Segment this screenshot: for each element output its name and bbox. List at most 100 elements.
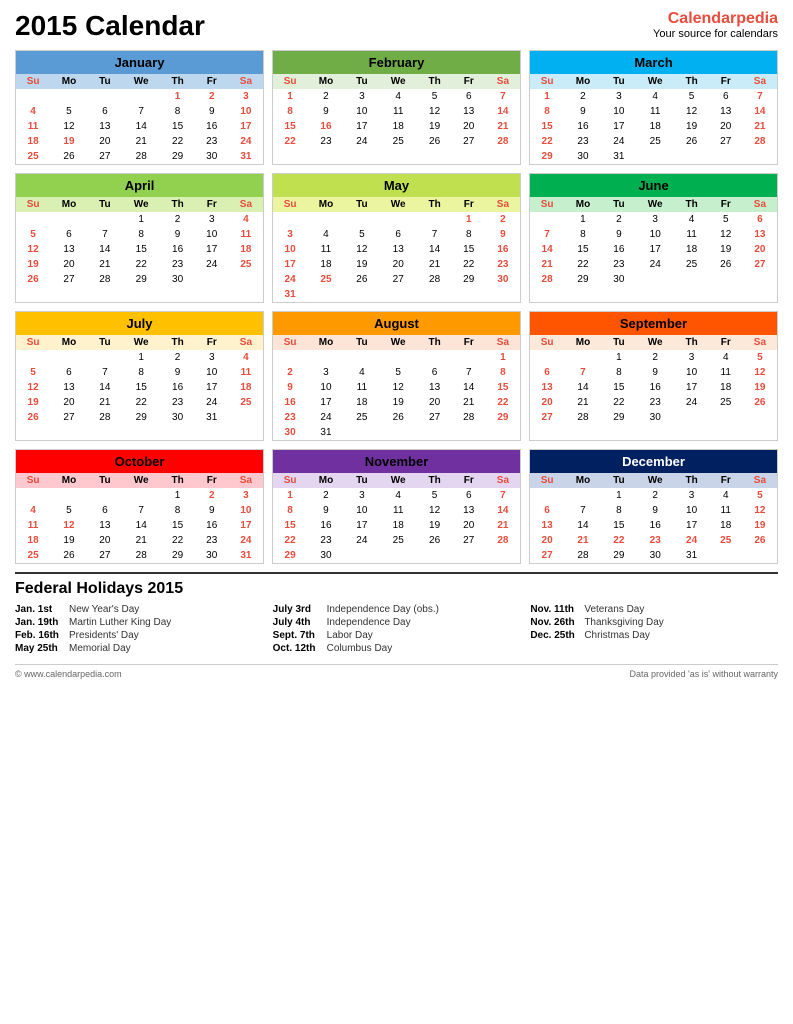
month-calendar-jul: JulySuMoTuWeThFrSa1234567891011121314151… xyxy=(15,311,264,441)
page-header: 2015 Calendar Calendarpedia Your source … xyxy=(15,10,778,42)
cal-day: 31 xyxy=(273,287,307,302)
cal-day xyxy=(122,89,161,104)
cal-day: 27 xyxy=(418,410,452,425)
cal-day: 26 xyxy=(743,395,777,410)
cal-day: 17 xyxy=(675,518,709,533)
day-header-tu: Tu xyxy=(602,197,636,212)
day-header-su: Su xyxy=(530,197,564,212)
calendars-grid: JanuarySuMoTuWeThFrSa1234567891011121314… xyxy=(15,50,778,564)
cal-day xyxy=(418,425,452,440)
cal-day: 27 xyxy=(379,272,418,287)
cal-day: 11 xyxy=(709,503,743,518)
cal-day: 28 xyxy=(418,272,452,287)
cal-day: 14 xyxy=(530,242,564,257)
cal-day: 8 xyxy=(452,227,486,242)
cal-day: 26 xyxy=(50,149,88,164)
cal-day: 11 xyxy=(229,227,263,242)
holiday-col-1: Jan. 1stNew Year's DayJan. 19thMartin Lu… xyxy=(15,604,263,656)
cal-day: 17 xyxy=(602,119,636,134)
cal-day: 24 xyxy=(345,533,379,548)
cal-day: 20 xyxy=(452,119,486,134)
cal-day: 25 xyxy=(379,533,418,548)
cal-day: 1 xyxy=(161,89,195,104)
cal-day: 7 xyxy=(564,503,602,518)
cal-day: 5 xyxy=(418,89,452,104)
cal-day: 21 xyxy=(88,395,122,410)
cal-day: 12 xyxy=(743,503,777,518)
cal-day: 12 xyxy=(16,242,50,257)
cal-day: 11 xyxy=(345,380,379,395)
cal-day: 25 xyxy=(229,395,263,410)
cal-day: 10 xyxy=(195,365,229,380)
cal-day: 23 xyxy=(273,410,307,425)
cal-day: 5 xyxy=(743,350,777,365)
cal-day: 28 xyxy=(122,149,161,164)
holiday-item: July 4thIndependence Day xyxy=(273,617,521,628)
day-header-sa: Sa xyxy=(743,197,777,212)
cal-day: 2 xyxy=(636,350,675,365)
cal-day: 23 xyxy=(307,134,345,149)
day-header-fr: Fr xyxy=(709,473,743,488)
cal-day: 24 xyxy=(602,134,636,149)
cal-day: 16 xyxy=(486,242,520,257)
cal-day: 28 xyxy=(452,410,486,425)
cal-day: 25 xyxy=(16,548,50,563)
cal-day: 13 xyxy=(452,104,486,119)
day-header-mo: Mo xyxy=(307,197,345,212)
cal-day: 24 xyxy=(675,395,709,410)
cal-day: 26 xyxy=(50,548,88,563)
cal-day xyxy=(379,350,418,365)
day-header-mo: Mo xyxy=(307,335,345,350)
day-header-tu: Tu xyxy=(602,74,636,89)
cal-day: 29 xyxy=(486,410,520,425)
cal-day: 29 xyxy=(602,548,636,563)
holiday-name: Thanksgiving Day xyxy=(584,617,663,628)
cal-day xyxy=(16,350,50,365)
day-header-sa: Sa xyxy=(229,74,263,89)
day-header-fr: Fr xyxy=(452,197,486,212)
cal-table-nov: SuMoTuWeThFrSa12345678910111213141516171… xyxy=(273,473,520,563)
cal-day: 17 xyxy=(307,395,345,410)
cal-day xyxy=(452,548,486,563)
day-header-fr: Fr xyxy=(195,335,229,350)
cal-table-aug: SuMoTuWeThFrSa12345678910111213141516171… xyxy=(273,335,520,440)
cal-day: 3 xyxy=(307,365,345,380)
holidays-title: Federal Holidays 2015 xyxy=(15,580,778,598)
cal-day: 12 xyxy=(16,380,50,395)
day-header-th: Th xyxy=(418,335,452,350)
cal-day: 13 xyxy=(50,242,88,257)
cal-day: 4 xyxy=(379,488,418,503)
cal-day: 26 xyxy=(709,257,743,272)
day-header-we: We xyxy=(379,74,418,89)
cal-day: 22 xyxy=(486,395,520,410)
cal-day: 23 xyxy=(161,257,195,272)
cal-day: 1 xyxy=(452,212,486,227)
cal-day: 5 xyxy=(16,227,50,242)
day-header-su: Su xyxy=(273,473,307,488)
cal-day: 14 xyxy=(564,518,602,533)
day-header-sa: Sa xyxy=(229,473,263,488)
cal-day: 2 xyxy=(602,212,636,227)
cal-day: 5 xyxy=(379,365,418,380)
cal-day: 8 xyxy=(564,227,602,242)
holiday-col-2: July 3rdIndependence Day (obs.)July 4thI… xyxy=(273,604,521,656)
cal-day: 18 xyxy=(16,134,50,149)
cal-day: 22 xyxy=(602,395,636,410)
cal-day xyxy=(273,350,307,365)
day-header-mo: Mo xyxy=(564,197,602,212)
cal-day: 30 xyxy=(636,410,675,425)
cal-day: 9 xyxy=(564,104,602,119)
month-header-aug: August xyxy=(273,312,520,335)
cal-day: 10 xyxy=(345,104,379,119)
cal-day: 15 xyxy=(122,242,161,257)
cal-day: 24 xyxy=(636,257,675,272)
cal-day: 3 xyxy=(229,89,263,104)
day-header-th: Th xyxy=(161,197,195,212)
cal-day: 9 xyxy=(602,227,636,242)
holiday-item: Feb. 16thPresidents' Day xyxy=(15,630,263,641)
holiday-item: Jan. 19thMartin Luther King Day xyxy=(15,617,263,628)
cal-day: 29 xyxy=(122,272,161,287)
cal-day: 1 xyxy=(122,350,161,365)
day-header-tu: Tu xyxy=(345,335,379,350)
cal-day xyxy=(709,149,743,164)
